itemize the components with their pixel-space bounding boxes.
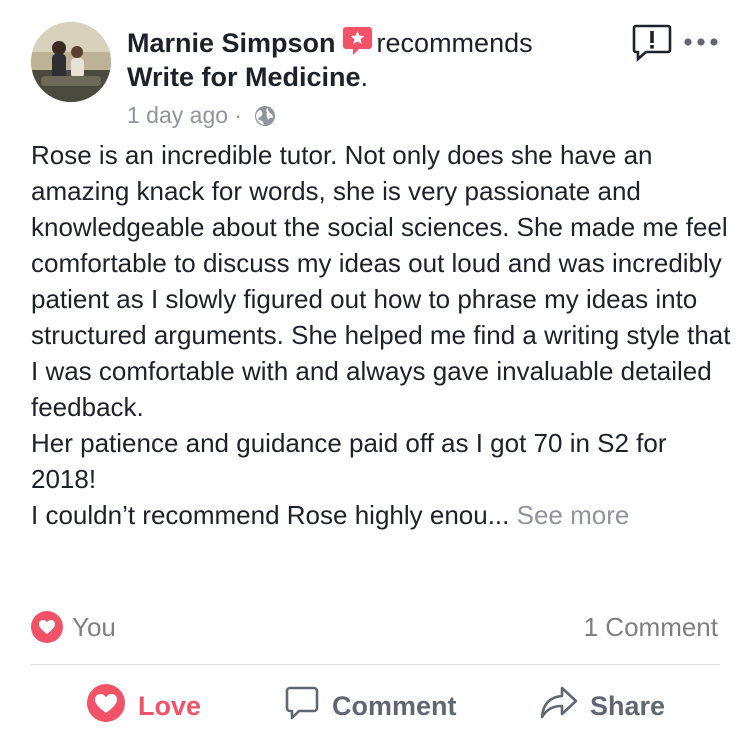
post-truncated-line: I couldn’t recommend Rose highly enou...…	[31, 497, 731, 533]
timestamp[interactable]: 1 day ago	[127, 102, 228, 128]
action-text: recommends	[376, 28, 533, 58]
reactor-name: You	[72, 611, 116, 642]
truncated-text: I couldn’t recommend Rose highly enou...	[31, 500, 510, 530]
post-paragraph: Her patience and guidance paid off as I …	[31, 428, 667, 494]
share-label: Share	[590, 690, 666, 721]
love-button[interactable]: Love	[86, 683, 201, 729]
meta-separator: ·	[234, 102, 243, 128]
report-feedback-button[interactable]	[632, 24, 672, 62]
more-dots-icon	[684, 38, 718, 46]
avatar[interactable]	[31, 22, 111, 102]
page-name[interactable]: Write for Medicine	[127, 62, 361, 92]
recommended-page: Write for Medicine.	[127, 60, 368, 94]
post-paragraph: Rose is an incredible tutor. Not only do…	[31, 140, 731, 422]
more-options-button[interactable]	[683, 28, 719, 54]
comment-bubble-icon	[284, 685, 320, 728]
love-reaction-icon	[31, 611, 63, 643]
comment-count[interactable]: 1 Comment	[584, 609, 718, 645]
feedback-icon	[632, 24, 672, 62]
page-suffix: .	[360, 62, 369, 92]
see-more-link[interactable]: See more	[517, 500, 630, 530]
post-header: Marnie Simpson recommends	[127, 26, 533, 60]
author-name[interactable]: Marnie Simpson	[127, 28, 336, 58]
avatar-photo	[31, 22, 111, 102]
comment-label: Comment	[332, 690, 457, 721]
globe-icon	[254, 104, 276, 126]
love-label: Love	[138, 690, 202, 721]
comment-button[interactable]: Comment	[284, 683, 457, 729]
divider	[31, 664, 720, 665]
post-meta: 1 day ago ·	[127, 100, 276, 130]
love-icon	[86, 683, 126, 730]
share-arrow-icon	[540, 685, 578, 728]
share-button[interactable]: Share	[540, 683, 665, 729]
reactions-summary[interactable]: You	[31, 609, 116, 645]
recommendation-star-icon	[342, 26, 373, 56]
post-body: Rose is an incredible tutor. Not only do…	[31, 137, 731, 533]
